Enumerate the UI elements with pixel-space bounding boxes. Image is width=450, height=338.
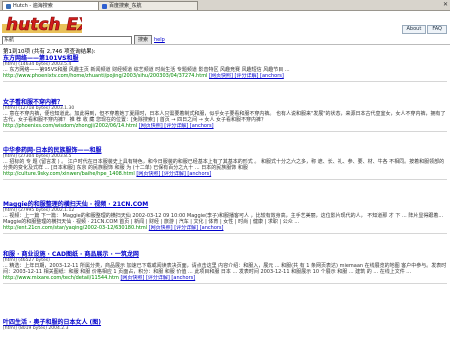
result-item: Maggie的和服整理的横扫天仙 · 视频 · 21CN.COM [html] … — [3, 201, 447, 234]
result-title[interactable]: 叶四生活 · 奥子和服的日本女人 (图) — [3, 319, 447, 326]
result-url: http://culture.9sky.com/xinwen/baihe/hpe… — [3, 171, 212, 177]
result-title[interactable]: 和服 · 商业设施 · CAD图纸 · 商品展示 · 一筑龙网 — [3, 251, 447, 258]
result-url: http://phoenixs.com/wisdom/zhongji/2002/… — [3, 123, 214, 129]
page-icon — [102, 3, 107, 9]
result-links[interactable]: [网页快照] [评分详解] [anchors] — [139, 123, 214, 129]
divider — [3, 179, 447, 180]
tab-hutch[interactable]: Hutch - 遍海搜索 — [2, 1, 102, 10]
logo-graphic: hutch EX — [2, 15, 82, 35]
about-link[interactable]: About — [401, 25, 427, 34]
result-item: 叶四生活 · 奥子和服的日本女人 (图) [html] (8019 bytes)… — [3, 319, 447, 331]
result-url: http://www.mixare.com/tech/detail/11544.… — [3, 275, 196, 281]
result-title[interactable]: 女子看和服不穿内裤？ — [3, 99, 447, 106]
tab-baidu[interactable]: 百度搜索_东航 — [98, 1, 198, 10]
result-item: 中华参药网-日本的民族服饰——和服 [html] (27304 bytes) 2… — [3, 147, 447, 180]
top-links: About FAQ — [401, 25, 447, 34]
close-icon[interactable]: ✕ — [443, 1, 448, 9]
divider — [0, 44, 450, 45]
hutch-logo[interactable]: hutch EX — [2, 12, 82, 36]
result-links[interactable]: [网页快照] [评分详解] [anchors] — [136, 171, 211, 177]
result-item: 女子看和服不穿内裤？ [html] (12718 bytes) 2003.1.3… — [3, 99, 447, 132]
result-item: 和服 · 商业设施 · CAD图纸 · 商品展示 · 一筑龙网 [html] (… — [3, 251, 447, 284]
page-icon — [6, 3, 11, 9]
tab-label: 百度搜索_东航 — [109, 3, 142, 9]
result-snippet: ... 精选：上年日期，2003-12-11 所属分类，商品展示 加速已下载或阅… — [3, 263, 447, 275]
result-links[interactable]: [网页快照] [评分详解] [anchors] — [149, 225, 224, 231]
divider — [3, 283, 447, 284]
result-links[interactable]: [网页快照] [评分详解] [anchors] — [209, 73, 284, 79]
result-title[interactable]: 东方网络——第101VS和服 — [3, 55, 447, 62]
result-meta: [html] (8019 bytes) 2004.2.3 — [3, 326, 69, 331]
tab-bar: Hutch - 遍海搜索 百度搜索_东航 ✕ — [0, 0, 450, 11]
result-snippet: ... 视频：上一篇 下一篇： Maggie的和服整理的横扫天仙 2002-03… — [3, 213, 444, 225]
result-url: http://www.phoenixtv.com/home/zhuanti/po… — [3, 73, 284, 79]
result-snippet: ... 招标的 专 题 (留言发 ) 。 江户时代在日本服装史上具有特色，和今日… — [3, 159, 445, 171]
help-link[interactable]: help — [154, 37, 165, 43]
result-title[interactable]: Maggie的和服整理的横扫天仙 · 视频 · 21CN.COM — [3, 201, 447, 208]
result-links[interactable]: [网页快照] [评分详解] [anchors] — [120, 275, 195, 281]
result-url: http://ent.21cn.com/star/yaqing/2002-03-… — [3, 225, 224, 231]
result-title[interactable]: 中华参药网-日本的民族服饰——和服 — [3, 147, 447, 154]
tab-label: Hutch - 遍海搜索 — [13, 3, 53, 9]
faq-link[interactable]: FAQ — [427, 25, 447, 34]
divider — [3, 81, 447, 82]
divider — [3, 131, 447, 132]
result-summary: 第1到10项 (共有 2,746 项查询结果): — [3, 49, 96, 55]
logo-text: hutch EX — [6, 15, 82, 35]
divider — [3, 233, 447, 234]
result-item: 东方网络——第101VS和服 [html] (14634 bytes) 2003… — [3, 55, 447, 82]
result-snippet: ... 意在不穿内裤，便也知道此。加此得到，但不穿着她丁夏顾时，日本人只需要着制… — [3, 111, 446, 123]
